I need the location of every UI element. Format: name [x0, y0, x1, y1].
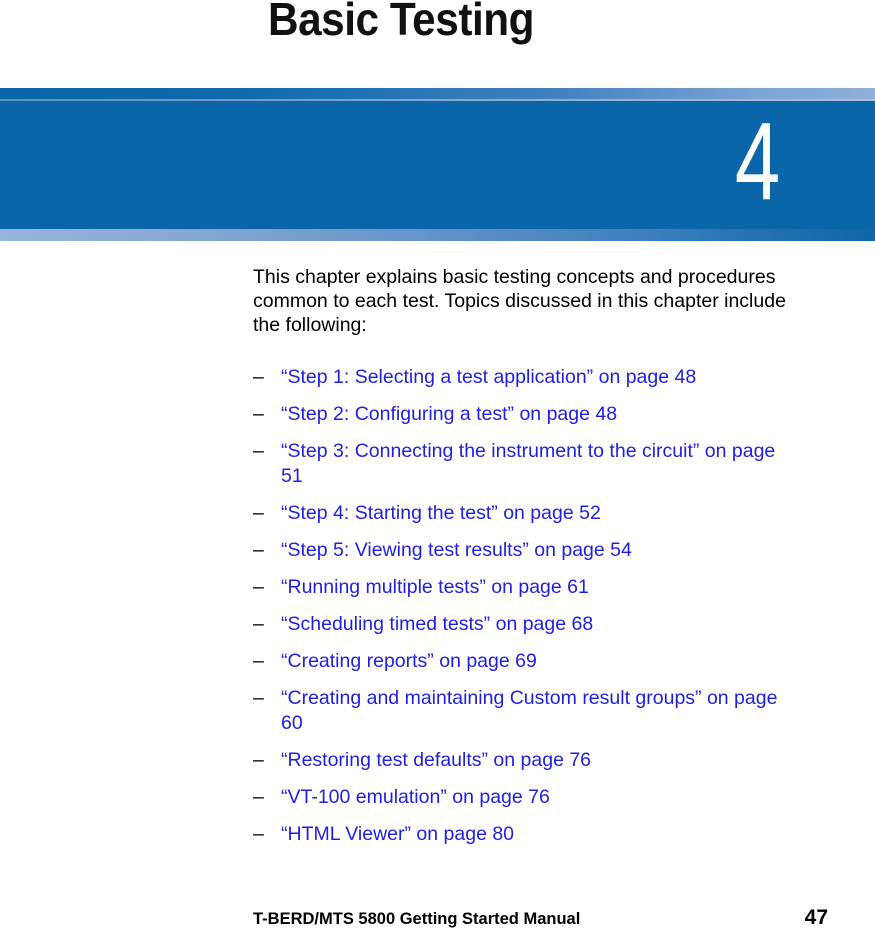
list-bullet-dash: –	[253, 440, 264, 462]
list-bullet-dash: –	[253, 786, 264, 808]
chapter-number: 4	[734, 100, 780, 223]
page-footer: T-BERD/MTS 5800 Getting Started Manual 4…	[253, 906, 828, 930]
list-item[interactable]: – “Step 2: Configuring a test” on page 4…	[253, 402, 828, 427]
footer-page-number: 47	[804, 906, 828, 929]
list-item[interactable]: – “VT-100 emulation” on page 76	[253, 785, 828, 810]
toc-link[interactable]: “Creating and maintaining Custom result …	[281, 686, 781, 736]
list-item[interactable]: – “Scheduling timed tests” on page 68	[253, 612, 828, 637]
list-bullet-dash: –	[253, 366, 264, 388]
list-bullet-dash: –	[253, 823, 264, 845]
chapter-intro-paragraph: This chapter explains basic testing conc…	[253, 266, 786, 336]
banner-bottom-gradient-strip	[0, 229, 875, 241]
toc-link[interactable]: “Running multiple tests” on page 61	[281, 575, 781, 600]
toc-link[interactable]: “Step 3: Connecting the instrument to th…	[281, 439, 781, 489]
list-bullet-dash: –	[253, 650, 264, 672]
list-bullet-dash: –	[253, 403, 264, 425]
toc-link[interactable]: “HTML Viewer” on page 80	[281, 822, 781, 847]
list-item[interactable]: – “HTML Viewer” on page 80	[253, 822, 828, 847]
list-bullet-dash: –	[253, 576, 264, 598]
page-title: Basic Testing	[268, 0, 535, 45]
chapter-topic-list: – “Step 1: Selecting a test application”…	[253, 365, 828, 847]
list-item[interactable]: – “Restoring test defaults” on page 76	[253, 748, 828, 773]
chapter-content: This chapter explains basic testing conc…	[253, 265, 828, 859]
chapter-banner: 4	[0, 88, 875, 241]
banner-top-gradient-strip	[0, 88, 875, 99]
list-item[interactable]: – “Step 4: Starting the test” on page 52	[253, 501, 828, 526]
list-item[interactable]: – “Creating and maintaining Custom resul…	[253, 686, 828, 736]
banner-main-block: 4	[0, 101, 875, 229]
list-bullet-dash: –	[253, 613, 264, 635]
toc-link[interactable]: “Step 2: Configuring a test” on page 48	[281, 402, 781, 427]
toc-link[interactable]: “Creating reports” on page 69	[281, 649, 781, 674]
list-item[interactable]: – “Step 5: Viewing test results” on page…	[253, 538, 828, 563]
toc-link[interactable]: “Scheduling timed tests” on page 68	[281, 612, 781, 637]
toc-link[interactable]: “Step 5: Viewing test results” on page 5…	[281, 538, 781, 563]
list-item[interactable]: – “Creating reports” on page 69	[253, 649, 828, 674]
footer-manual-title: T-BERD/MTS 5800 Getting Started Manual	[253, 910, 581, 928]
toc-link[interactable]: “Step 4: Starting the test” on page 52	[281, 501, 781, 526]
toc-link[interactable]: “VT-100 emulation” on page 76	[281, 785, 781, 810]
list-item[interactable]: – “Step 1: Selecting a test application”…	[253, 365, 828, 390]
list-item[interactable]: – “Running multiple tests” on page 61	[253, 575, 828, 600]
list-item[interactable]: – “Step 3: Connecting the instrument to …	[253, 439, 828, 489]
toc-link[interactable]: “Step 1: Selecting a test application” o…	[281, 365, 781, 390]
list-bullet-dash: –	[253, 687, 264, 709]
list-bullet-dash: –	[253, 539, 264, 561]
list-bullet-dash: –	[253, 502, 264, 524]
list-bullet-dash: –	[253, 749, 264, 771]
toc-link[interactable]: “Restoring test defaults” on page 76	[281, 748, 781, 773]
